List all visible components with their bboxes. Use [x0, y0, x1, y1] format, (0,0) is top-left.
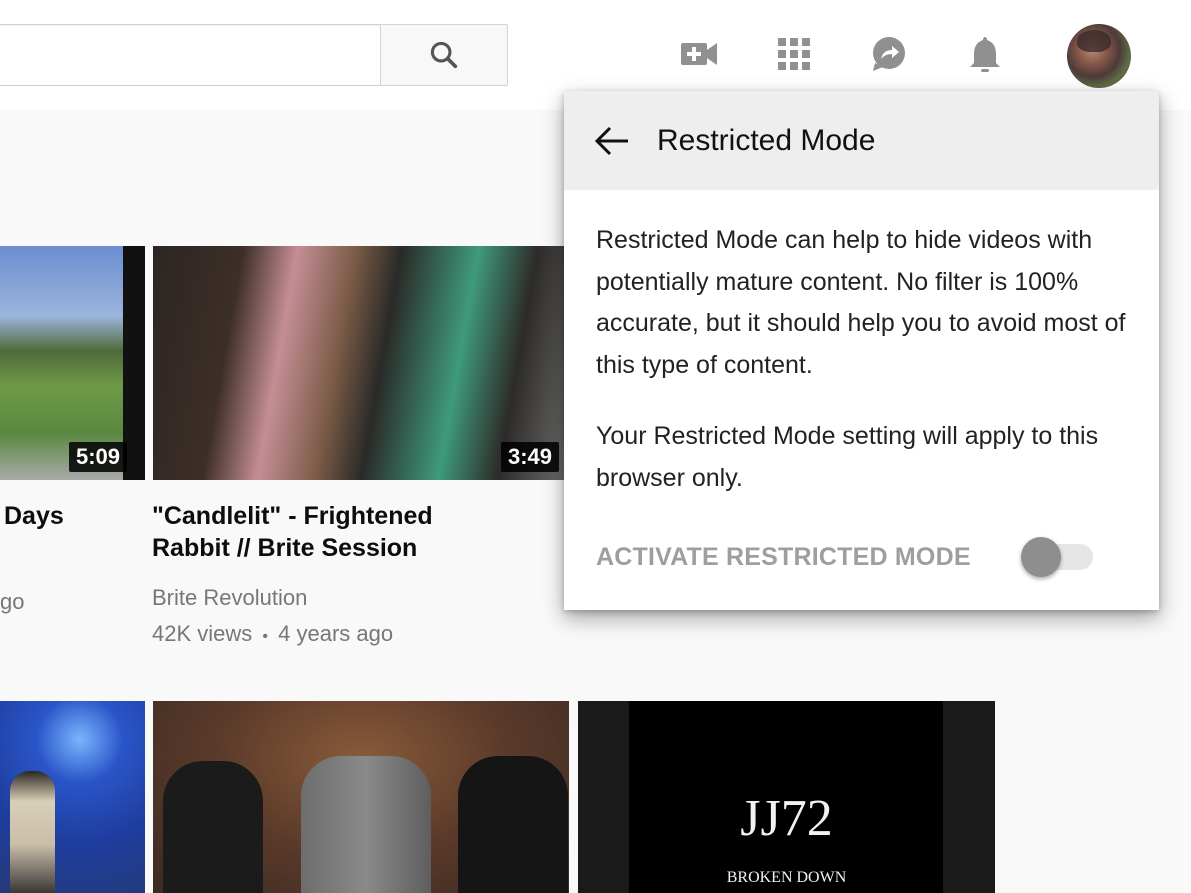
search-input[interactable] — [0, 24, 382, 86]
video-title-line: Rabbit // Brite Session — [152, 534, 418, 562]
video-thumbnail[interactable]: 5:09 — [0, 246, 145, 480]
popup-header: Restricted Mode — [564, 91, 1159, 190]
activate-restricted-mode-row: ACTIVATE RESTRICTED MODE — [596, 537, 1095, 577]
popup-scope-note: Your Restricted Mode setting will apply … — [596, 422, 1099, 492]
share-messages-icon — [873, 37, 905, 71]
search-icon — [430, 41, 458, 69]
notifications-bell-icon — [970, 37, 1000, 72]
video-thumbnail[interactable] — [153, 701, 569, 893]
apps-button[interactable] — [772, 32, 816, 76]
activate-restricted-mode-label: ACTIVATE RESTRICTED MODE — [596, 542, 971, 571]
video-thumbnail[interactable]: JJ72 BROKEN DOWN — [578, 701, 995, 893]
restricted-mode-toggle[interactable] — [1021, 537, 1095, 577]
video-stats: 42K views • 4 years ago — [152, 616, 393, 655]
popup-title: Restricted Mode — [657, 123, 876, 157]
arrow-back-icon — [594, 126, 628, 155]
restricted-mode-popup: Restricted Mode Restricted Mode can help… — [564, 91, 1159, 610]
popup-description: Restricted Mode can help to hide videos … — [596, 226, 1126, 379]
video-thumbnail[interactable] — [0, 701, 145, 893]
thumbnail-subtitle-text: BROKEN DOWN — [726, 869, 847, 886]
video-title[interactable]: Days — [4, 500, 64, 532]
create-video-icon — [681, 43, 717, 65]
popup-body: Restricted Mode can help to hide videos … — [564, 190, 1159, 499]
create-video-button[interactable] — [677, 32, 721, 76]
video-meta: go — [0, 589, 25, 614]
share-messages-button[interactable] — [866, 32, 910, 76]
video-age: 4 years ago — [278, 621, 394, 646]
notifications-button[interactable] — [963, 32, 1007, 76]
video-views: 42K views — [152, 621, 253, 646]
video-duration: 5:09 — [68, 442, 127, 472]
video-title[interactable]: "Candlelit" - Frightened Rabbit // Brite… — [152, 500, 552, 564]
apps-grid-icon — [778, 38, 810, 70]
toggle-knob[interactable] — [1021, 537, 1061, 577]
avatar[interactable] — [1067, 24, 1131, 88]
video-title-line: "Candlelit" - Frightened — [152, 502, 433, 530]
video-channel[interactable]: Brite Revolution — [152, 580, 307, 616]
search-button[interactable] — [380, 24, 508, 86]
thumbnail-title-text: JJ72 — [740, 790, 833, 847]
video-duration: 3:49 — [500, 442, 559, 472]
video-thumbnail[interactable]: 3:49 — [153, 246, 565, 480]
meta-separator: • — [262, 628, 269, 645]
back-button[interactable] — [586, 115, 638, 167]
